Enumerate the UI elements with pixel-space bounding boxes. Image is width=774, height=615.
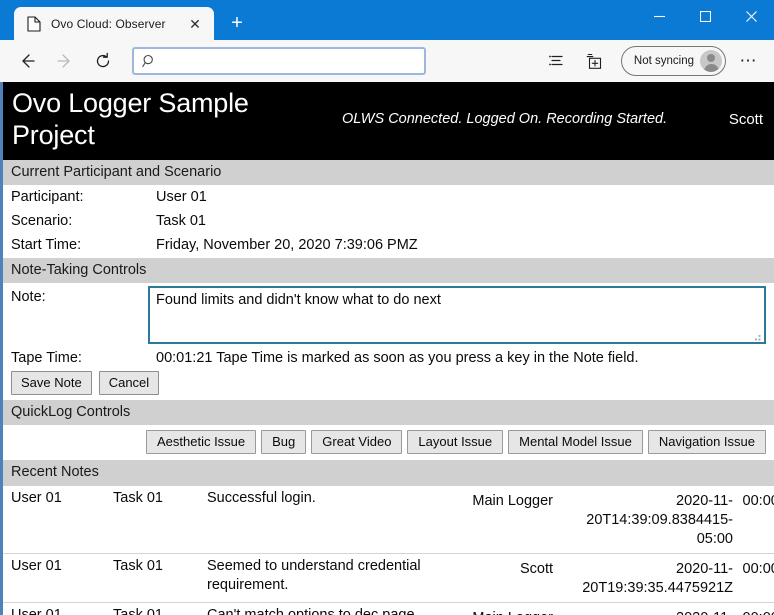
save-note-button[interactable]: Save Note: [11, 370, 92, 396]
table-row[interactable]: User 01 Task 01 Seemed to understand cre…: [3, 553, 774, 604]
note-task: Task 01: [113, 485, 207, 554]
recent-notes-table: User 01 Task 01 Successful login. Main L…: [3, 485, 774, 615]
page-viewport: Ovo Logger Sample Project OLWS Connected…: [0, 82, 774, 615]
field-start-time: Start Time: Friday, November 20, 2020 7:…: [3, 233, 774, 257]
note-source: Scott: [471, 553, 555, 604]
new-tab-button[interactable]: +: [222, 8, 252, 38]
table-row[interactable]: User 01 Task 01 Successful login. Main L…: [3, 485, 774, 554]
address-bar[interactable]: [132, 47, 426, 75]
browser-titlebar: Ovo Cloud: Observer ✕ +: [0, 0, 774, 40]
section-header-participant: Current Participant and Scenario: [3, 159, 774, 185]
browser-toolbar: Not syncing ⋯: [0, 40, 774, 82]
section-header-note-taking: Note-Taking Controls: [3, 257, 774, 283]
app-title: Ovo Logger Sample Project: [12, 88, 249, 150]
favorites-icon[interactable]: [541, 46, 573, 76]
reload-icon[interactable]: [86, 46, 120, 76]
field-participant: Participant: User 01: [3, 185, 774, 209]
note-label: Note:: [11, 288, 46, 305]
maximize-icon[interactable]: [682, 0, 728, 32]
note-textarea-wrap: [148, 285, 766, 344]
close-icon[interactable]: ✕: [184, 13, 206, 35]
back-icon[interactable]: [10, 46, 44, 76]
note-duration: 00:00:21: [735, 553, 774, 604]
avatar: [700, 50, 722, 72]
browser-window: Ovo Cloud: Observer ✕ + Not syncing ⋯ Ov…: [0, 0, 774, 615]
table-row[interactable]: User 01 Task 01 Can't match options to d…: [3, 602, 774, 615]
note-input[interactable]: [148, 285, 766, 344]
page-icon: [26, 15, 42, 32]
note-user: User 01: [3, 485, 113, 554]
quicklog-button-bug[interactable]: Bug: [261, 430, 307, 455]
close-window-icon[interactable]: [728, 0, 774, 32]
quicklog-button-navigation-issue[interactable]: Navigation Issue: [647, 430, 766, 455]
note-text: Successful login.: [207, 485, 471, 554]
minimize-icon[interactable]: [636, 0, 682, 32]
search-icon: [142, 54, 157, 69]
note-user: User 01: [3, 553, 113, 604]
note-user: User 01: [3, 602, 113, 615]
note-timestamp: 2020-11-20T14:39:09.8384415-05:00: [555, 485, 735, 554]
tab-title: Ovo Cloud: Observer: [51, 16, 166, 31]
quicklog-button-row: Aesthetic Issue Bug Great Video Layout I…: [3, 425, 774, 460]
quicklog-button-aesthetic-issue[interactable]: Aesthetic Issue: [145, 430, 257, 455]
window-controls: [636, 0, 774, 40]
note-text: Can't match options to dec page.: [207, 602, 471, 615]
quicklog-button-mental-model-issue[interactable]: Mental Model Issue: [508, 430, 643, 455]
note-task: Task 01: [113, 602, 207, 615]
field-scenario: Scenario: Task 01: [3, 209, 774, 233]
field-label-start-time: Start Time:: [11, 237, 82, 254]
note-duration: 00:00:36: [735, 602, 774, 615]
app-header: Ovo Logger Sample Project OLWS Connected…: [3, 82, 774, 160]
tape-time-row: Tape Time: 00:01:21 Tape Time is marked …: [3, 348, 774, 369]
current-user-label: Scott: [728, 111, 763, 129]
field-label-scenario: Scenario:: [11, 213, 73, 230]
field-value-start-time: Friday, November 20, 2020 7:39:06 PMZ: [156, 237, 418, 254]
field-value-scenario: Task 01: [156, 213, 206, 230]
quicklog-button-great-video[interactable]: Great Video: [311, 430, 403, 455]
field-value-participant: User 01: [156, 188, 207, 205]
note-source: Main Logger: [471, 485, 555, 554]
settings-more-icon[interactable]: ⋯: [732, 46, 764, 76]
cancel-button[interactable]: Cancel: [98, 370, 160, 396]
note-task: Task 01: [113, 553, 207, 604]
sync-status-label: Not syncing: [633, 55, 694, 67]
tape-time-label: Tape Time:: [11, 349, 82, 366]
connection-status-text: OLWS Connected. Logged On. Recording Sta…: [342, 111, 668, 128]
note-input-row: Note:: [3, 283, 774, 348]
field-label-participant: Participant:: [11, 188, 84, 205]
address-input[interactable]: [164, 51, 416, 71]
note-button-row: Save Note Cancel: [3, 369, 774, 400]
forward-icon[interactable]: [48, 46, 82, 76]
tape-time-value: 00:01:21 Tape Time is marked as soon as …: [156, 349, 639, 366]
note-text: Seemed to understand credential requirem…: [207, 553, 471, 604]
section-header-quicklog: QuickLog Controls: [3, 400, 774, 426]
collections-icon[interactable]: [579, 46, 611, 76]
profile-sync-button[interactable]: Not syncing: [620, 46, 726, 76]
note-timestamp: 2020-11-20T14:39:42.9820548-05:00: [555, 602, 735, 615]
quicklog-button-layout-issue[interactable]: Layout Issue: [407, 430, 504, 455]
note-duration: 00:00:03: [735, 485, 774, 554]
note-source: Main Logger: [471, 602, 555, 615]
section-header-recent-notes: Recent Notes: [3, 460, 774, 486]
browser-tab[interactable]: Ovo Cloud: Observer ✕: [14, 7, 214, 40]
note-timestamp: 2020-11-20T19:39:35.4475921Z: [555, 553, 735, 604]
